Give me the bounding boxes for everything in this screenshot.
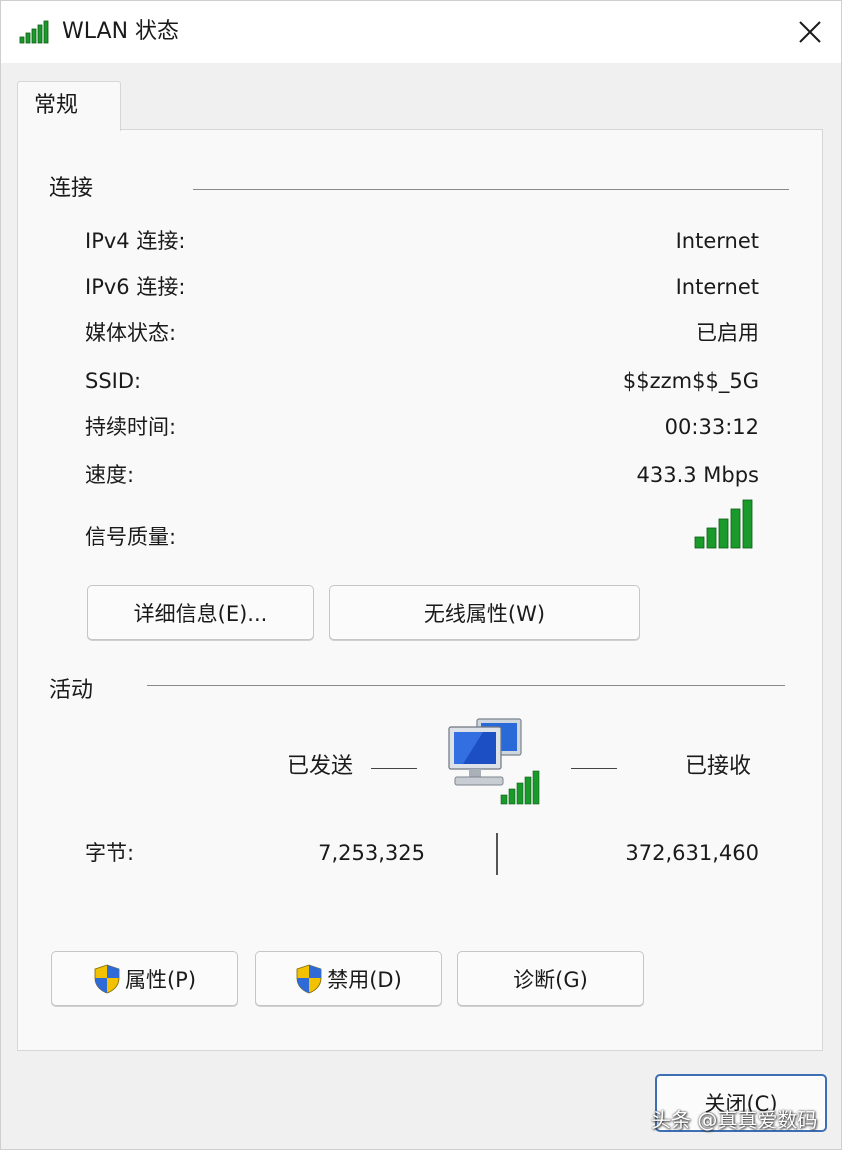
duration-value: 00:33:12 [664, 415, 759, 439]
wifi-signal-icon [19, 20, 49, 44]
bytes-sent-value: 7,253,325 [318, 841, 425, 865]
sent-label: 已发送 [287, 754, 354, 779]
connection-divider [193, 189, 789, 190]
ipv6-value: Internet [675, 275, 759, 299]
wlan-status-dialog: WLAN 状态 常规 连接 IPv4 连接: Internet IPv6 连接:… [0, 0, 842, 1150]
speed-value: 433.3 Mbps [636, 463, 759, 487]
network-computers-icon [448, 718, 540, 805]
connection-section-title: 连接 [49, 176, 94, 201]
sent-line [371, 768, 417, 769]
details-button[interactable]: 详细信息(E)... [87, 585, 314, 640]
wireless-properties-button[interactable]: 无线属性(W) [329, 585, 640, 640]
speed-label: 速度: [85, 463, 135, 487]
disable-button[interactable]: 禁用(D) [255, 951, 442, 1006]
activity-section-title: 活动 [49, 678, 94, 703]
activity-divider [147, 685, 785, 686]
signal-quality-label: 信号质量: [85, 525, 177, 549]
properties-button-label: 属性(P) [124, 967, 197, 992]
media-state-label: 媒体状态: [85, 321, 177, 345]
watermark-text: 头条 @真真爱数码 [651, 1108, 818, 1132]
window-title: WLAN 状态 [62, 19, 180, 44]
tab-general[interactable]: 常规 [17, 81, 121, 131]
received-line [571, 768, 617, 769]
properties-button[interactable]: 属性(P) [51, 951, 238, 1006]
tab-general-label: 常规 [34, 93, 79, 118]
ipv4-label: IPv4 连接: [85, 229, 186, 253]
bytes-label: 字节: [85, 841, 135, 865]
title-bar: WLAN 状态 [1, 1, 841, 63]
bytes-separator [496, 833, 498, 875]
uac-shield-icon [93, 964, 121, 994]
ipv6-label: IPv6 连接: [85, 275, 186, 299]
signal-bars-icon [694, 499, 753, 549]
uac-shield-icon [295, 964, 323, 994]
ssid-value: $$zzm$$_5G [622, 369, 759, 393]
duration-label: 持续时间: [85, 415, 177, 439]
received-label: 已接收 [685, 754, 752, 779]
close-window-button[interactable] [779, 1, 841, 63]
media-state-value: 已启用 [696, 321, 759, 345]
disable-button-label: 禁用(D) [327, 967, 402, 992]
ipv4-value: Internet [675, 229, 759, 253]
close-icon [799, 21, 821, 43]
bytes-received-value: 372,631,460 [625, 841, 759, 865]
diagnose-button[interactable]: 诊断(G) [457, 951, 644, 1006]
ssid-label: SSID: [85, 369, 142, 393]
